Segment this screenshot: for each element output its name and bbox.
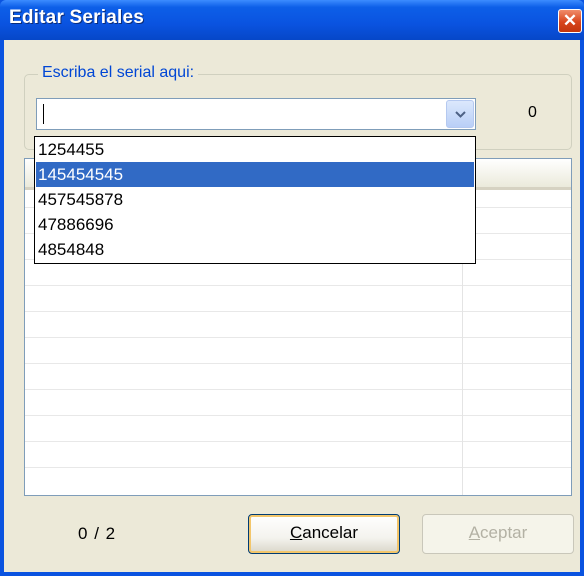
page-separator: / bbox=[94, 524, 100, 543]
title-bar[interactable]: Editar Seriales ✕ bbox=[0, 0, 584, 40]
table-row bbox=[25, 363, 571, 364]
cancel-label: ancelar bbox=[302, 523, 359, 542]
window-title: Editar Seriales bbox=[9, 7, 145, 28]
cancel-button[interactable]: Cancelar bbox=[248, 514, 400, 554]
serial-group-label: Escriba el serial aqui: bbox=[38, 64, 199, 82]
table-row bbox=[25, 337, 571, 338]
dropdown-option-selected[interactable]: 145454545 bbox=[36, 162, 474, 187]
close-button[interactable]: ✕ bbox=[558, 9, 582, 33]
dropdown-option[interactable]: 1254455 bbox=[36, 137, 474, 162]
accept-label: ceptar bbox=[480, 523, 528, 542]
table-row bbox=[25, 441, 571, 442]
serial-dropdown-list[interactable]: 1254455 145454545 457545878 47886696 485… bbox=[34, 136, 476, 264]
accept-button[interactable]: Aceptar bbox=[422, 514, 574, 554]
serial-count: 0 bbox=[528, 104, 537, 121]
accept-mnemonic: A bbox=[468, 523, 481, 542]
chevron-down-icon bbox=[455, 111, 466, 118]
close-icon: ✕ bbox=[562, 11, 578, 30]
page-current: 0 bbox=[78, 524, 89, 543]
table-row bbox=[25, 389, 571, 390]
cancel-mnemonic: C bbox=[289, 523, 303, 542]
dropdown-option[interactable]: 47886696 bbox=[36, 212, 474, 237]
table-row bbox=[25, 415, 571, 416]
combo-dropdown-button[interactable] bbox=[446, 100, 474, 128]
dialog-body: Escriba el serial aqui: 0 1254455 145454… bbox=[4, 40, 580, 572]
table-row bbox=[25, 467, 571, 468]
dropdown-option[interactable]: 4854848 bbox=[36, 237, 474, 262]
dialog-window: Editar Seriales ✕ Escriba el serial aqui… bbox=[0, 0, 584, 576]
table-row bbox=[25, 285, 571, 286]
serial-combobox[interactable] bbox=[36, 98, 476, 130]
text-caret bbox=[43, 104, 44, 124]
dropdown-option[interactable]: 457545878 bbox=[36, 187, 474, 212]
table-row bbox=[25, 311, 571, 312]
page-indicator: 0 / 2 bbox=[78, 524, 116, 544]
page-total: 2 bbox=[105, 524, 117, 543]
